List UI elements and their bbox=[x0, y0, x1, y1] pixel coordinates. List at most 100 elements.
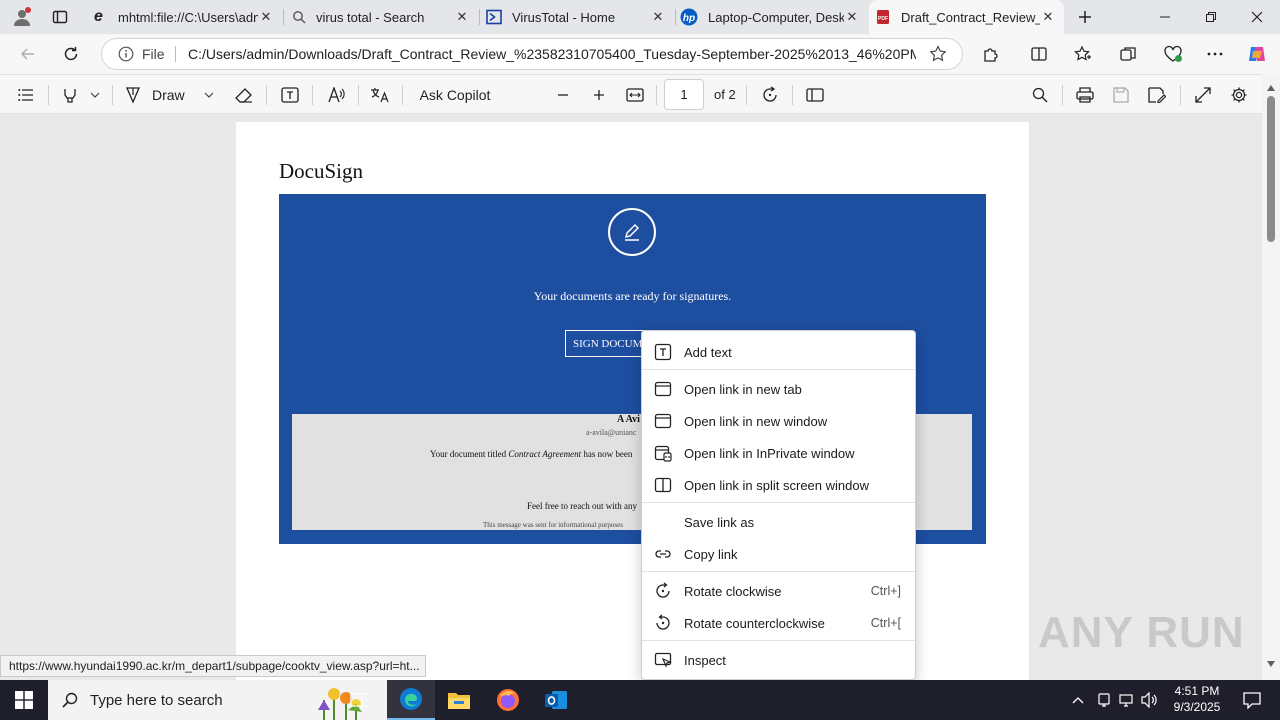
add-text-button[interactable] bbox=[276, 81, 304, 109]
tab-virustotal-home[interactable]: VirusTotal - Home ✕ bbox=[480, 0, 674, 34]
pdf-icon: PDF bbox=[877, 10, 889, 24]
scroll-up-icon[interactable] bbox=[1266, 84, 1276, 92]
tab-virus-total-search[interactable]: virus total - Search ✕ bbox=[284, 0, 478, 34]
plus-icon bbox=[594, 90, 604, 100]
close-tab-icon[interactable]: ✕ bbox=[844, 9, 860, 25]
sender-email: a-avila@unianc bbox=[586, 428, 637, 437]
find-button[interactable] bbox=[1026, 81, 1054, 109]
menu-item-open-new-tab[interactable]: Open link in new tab bbox=[642, 374, 915, 404]
profile-icon bbox=[14, 7, 31, 26]
menu-item-rotate-counterclockwise[interactable]: Rotate counterclockwise Ctrl+[ bbox=[642, 608, 915, 638]
zoom-out-button[interactable] bbox=[549, 81, 577, 109]
menu-item-inspect[interactable]: Inspect bbox=[642, 645, 915, 675]
close-tab-icon[interactable]: ✕ bbox=[650, 9, 666, 25]
start-button[interactable] bbox=[0, 680, 48, 720]
back-button[interactable] bbox=[12, 38, 44, 70]
tab-hp-laptop[interactable]: hp Laptop-Computer, Desktop ✕ bbox=[676, 0, 868, 34]
menu-item-open-split-screen[interactable]: Open link in split screen window bbox=[642, 470, 915, 500]
favorites-button[interactable] bbox=[1067, 38, 1099, 70]
menu-item-add-text[interactable]: Add text bbox=[642, 337, 915, 367]
save-as-button[interactable] bbox=[1143, 81, 1171, 109]
split-screen-icon bbox=[1031, 47, 1047, 61]
settings-more-button[interactable] bbox=[1199, 38, 1231, 70]
copilot-button[interactable] bbox=[1241, 38, 1273, 70]
scrollbar-thumb[interactable] bbox=[1267, 96, 1275, 242]
read-aloud-button[interactable] bbox=[322, 81, 350, 109]
taskbar-edge[interactable] bbox=[387, 680, 435, 720]
clock-date: 9/3/2025 bbox=[1173, 700, 1221, 714]
menu-item-rotate-clockwise[interactable]: Rotate clockwise Ctrl+] bbox=[642, 576, 915, 606]
tab-draft-contract[interactable]: PDF Draft_Contract_Review_#2358 ✕ bbox=[869, 0, 1064, 34]
highlight-button[interactable] bbox=[56, 81, 84, 109]
contract-title: Contract Agreement bbox=[508, 449, 582, 459]
minus-icon bbox=[558, 94, 568, 96]
tab-actions-button[interactable] bbox=[48, 5, 72, 29]
contents-button[interactable] bbox=[12, 81, 40, 109]
profile-avatar[interactable] bbox=[8, 5, 36, 29]
back-arrow-icon bbox=[20, 48, 34, 60]
tray-chevron[interactable] bbox=[1068, 690, 1088, 710]
page-view-button[interactable] bbox=[801, 81, 829, 109]
edge-icon bbox=[400, 688, 422, 710]
close-tab-icon[interactable]: ✕ bbox=[258, 9, 274, 25]
tab-mhtml[interactable]: e mhtml:file://C:\Users\admin\Downloads … bbox=[86, 0, 282, 34]
rotate-button[interactable] bbox=[756, 81, 784, 109]
extensions-button[interactable] bbox=[975, 38, 1007, 70]
draw-dropdown[interactable] bbox=[200, 81, 218, 109]
close-tab-icon[interactable]: ✕ bbox=[454, 9, 470, 25]
rotate-cw-icon bbox=[656, 582, 670, 598]
tray-network[interactable] bbox=[1116, 690, 1136, 710]
notification-center-button[interactable] bbox=[1232, 680, 1272, 720]
body-text: Your document titled Contract Agreement … bbox=[430, 449, 632, 459]
pencil-icon bbox=[624, 223, 640, 241]
draw-button[interactable]: Draw bbox=[124, 81, 196, 109]
url-text[interactable]: C:/Users/admin/Downloads/Draft_Contract_… bbox=[188, 46, 916, 62]
split-screen-button[interactable] bbox=[1023, 38, 1055, 70]
restore-button[interactable] bbox=[1188, 0, 1234, 34]
favorite-star-icon[interactable] bbox=[929, 45, 947, 63]
erase-button[interactable] bbox=[230, 81, 258, 109]
menu-label: Inspect bbox=[684, 652, 726, 668]
outlook-icon bbox=[545, 691, 567, 709]
tray-device[interactable] bbox=[1094, 690, 1114, 710]
close-tab-icon[interactable]: ✕ bbox=[1040, 9, 1056, 25]
menu-item-save-link-as[interactable]: Save link as bbox=[642, 507, 915, 537]
info-icon[interactable] bbox=[118, 46, 134, 62]
vertical-scrollbar[interactable] bbox=[1262, 74, 1280, 680]
collections-button[interactable] bbox=[1112, 38, 1144, 70]
system-clock[interactable]: 4:51 PM 9/3/2025 bbox=[1166, 683, 1228, 717]
new-tab-button[interactable] bbox=[1072, 5, 1098, 29]
print-icon bbox=[1076, 87, 1094, 103]
menu-item-open-new-window[interactable]: Open link in new window bbox=[642, 406, 915, 436]
menu-label: Save link as bbox=[684, 514, 755, 530]
highlight-dropdown[interactable] bbox=[86, 81, 104, 109]
zoom-in-button[interactable] bbox=[585, 81, 613, 109]
pdf-settings-button[interactable] bbox=[1225, 81, 1253, 109]
close-icon bbox=[1251, 11, 1263, 23]
menu-label: Rotate clockwise bbox=[684, 583, 782, 599]
print-button[interactable] bbox=[1071, 81, 1099, 109]
ask-copilot-button[interactable]: Ask Copilot bbox=[412, 81, 498, 109]
menu-item-open-inprivate[interactable]: Open link in InPrivate window bbox=[642, 438, 915, 468]
fit-to-width-button[interactable] bbox=[621, 81, 649, 109]
taskbar-firefox[interactable] bbox=[484, 680, 532, 720]
page-number-input[interactable]: 1 bbox=[664, 79, 704, 110]
tray-volume[interactable] bbox=[1140, 690, 1160, 710]
save-button[interactable] bbox=[1107, 81, 1135, 109]
fullscreen-button[interactable] bbox=[1189, 81, 1217, 109]
taskbar-file-explorer[interactable] bbox=[435, 680, 483, 720]
omnibox[interactable]: File C:/Users/admin/Downloads/Draft_Cont… bbox=[101, 38, 963, 70]
minimize-button[interactable] bbox=[1142, 0, 1188, 34]
scroll-down-icon[interactable] bbox=[1266, 660, 1276, 668]
refresh-button[interactable] bbox=[55, 38, 87, 70]
footer-note: This message was sent for informational … bbox=[483, 521, 623, 529]
taskbar-outlook[interactable] bbox=[532, 680, 580, 720]
close-window-button[interactable] bbox=[1234, 0, 1280, 34]
menu-item-copy-link[interactable]: Copy link bbox=[642, 539, 915, 569]
browser-essentials-button[interactable] bbox=[1157, 38, 1189, 70]
task-view-button[interactable] bbox=[336, 680, 384, 720]
translate-button[interactable] bbox=[366, 81, 394, 109]
sign-pen-badge bbox=[608, 208, 656, 256]
eraser-icon bbox=[235, 88, 252, 103]
search-icon bbox=[293, 11, 306, 24]
